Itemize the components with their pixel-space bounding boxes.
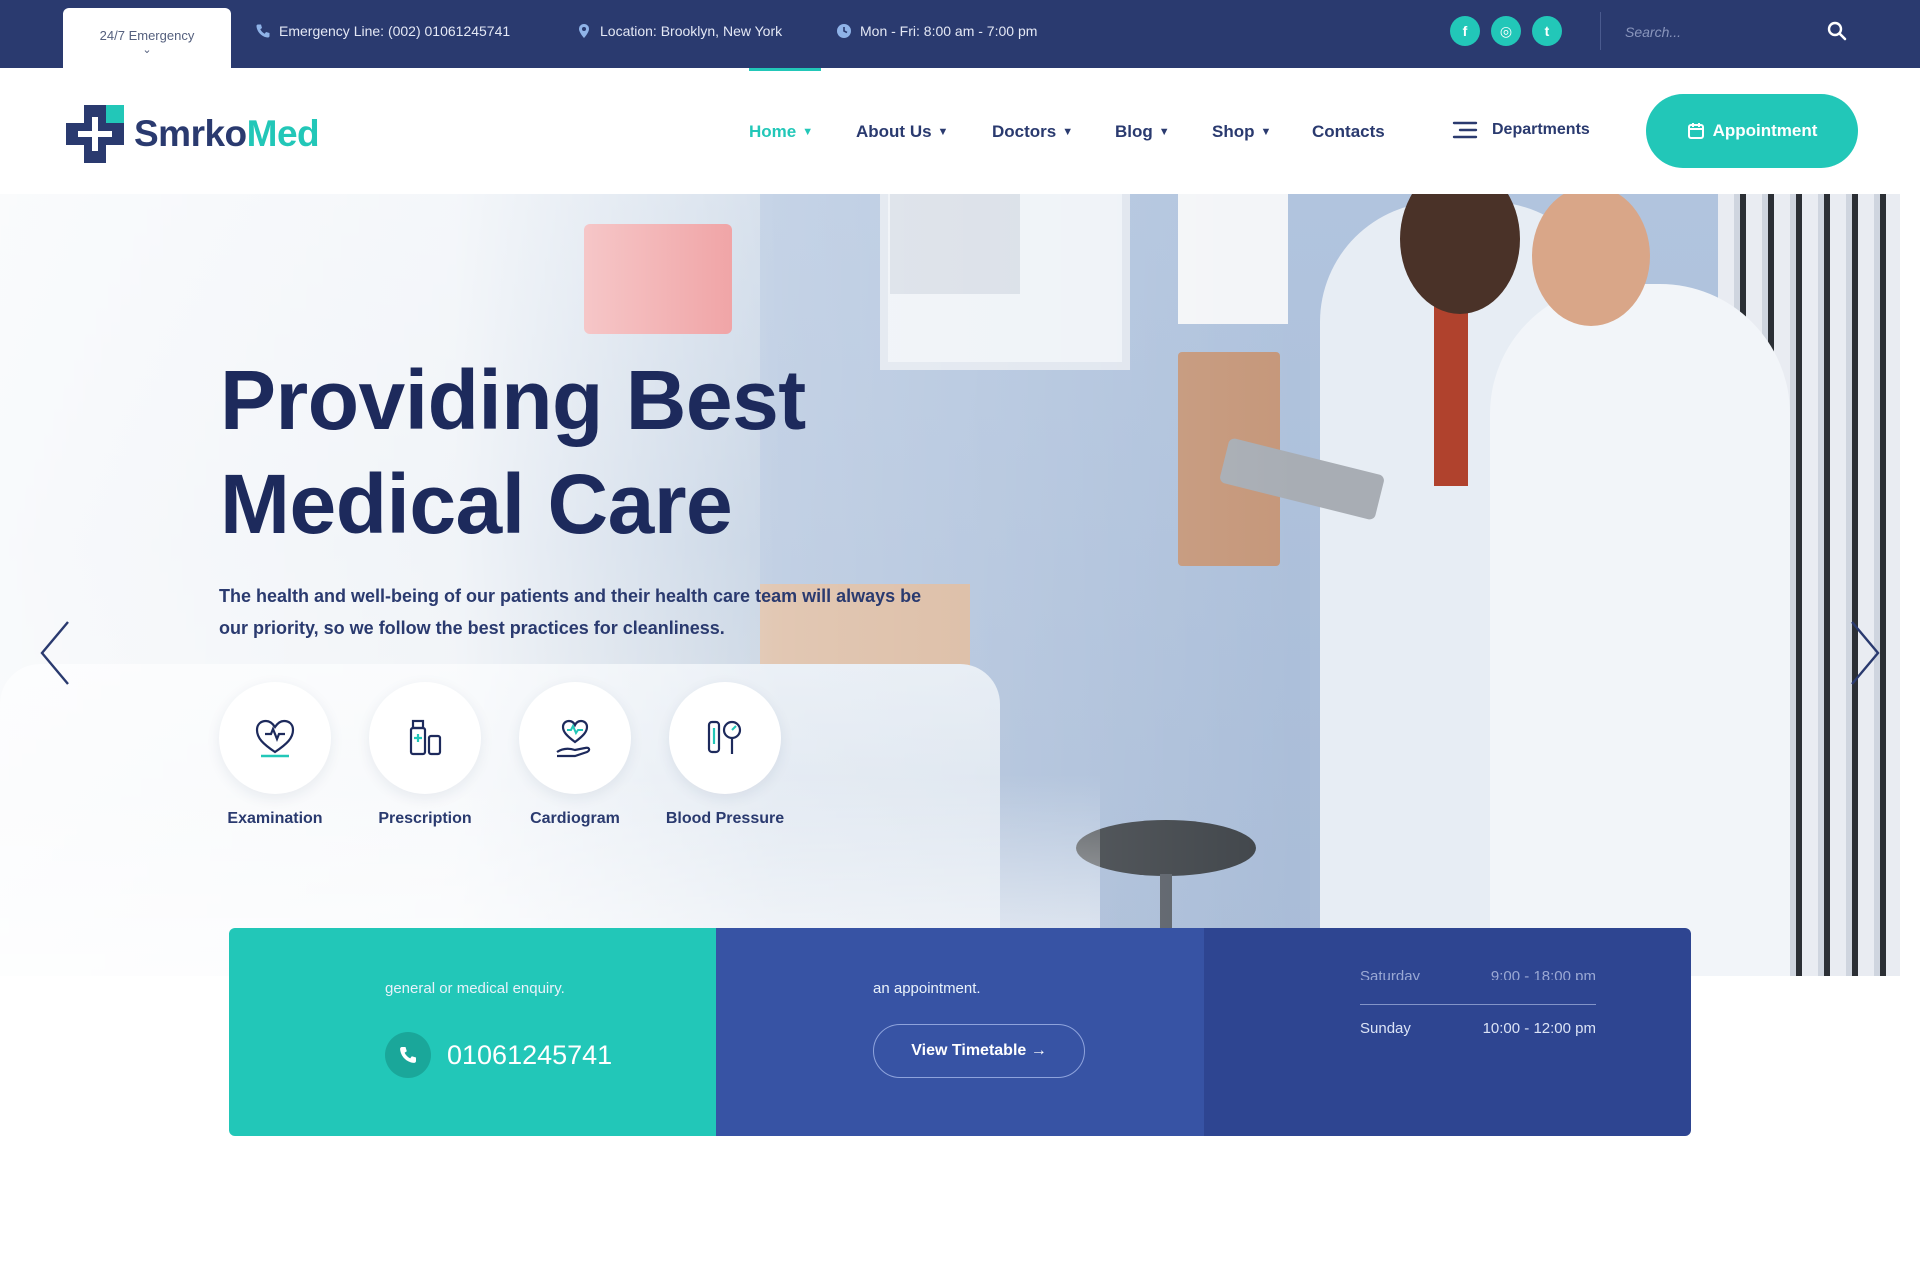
location: Location: Brooklyn, New York — [576, 20, 782, 42]
feature-examination-label: Examination — [227, 810, 323, 827]
phone-number: 01061245741 — [447, 1039, 613, 1070]
chevron-down-icon: ▼ — [1062, 126, 1074, 138]
hero-title: Providing Best Medical Care — [220, 348, 980, 556]
chevron-down-icon: ⌄ — [142, 44, 152, 56]
logo-text-primary: Smrko — [134, 113, 247, 154]
enquiry-panel: general or medical enquiry. 01061245741 — [229, 928, 716, 1136]
examination-icon — [255, 719, 295, 758]
emergency-line-text: Emergency Line: (002) 01061245741 — [279, 23, 511, 39]
feature-cardiogram[interactable]: Cardiogram — [500, 682, 650, 828]
active-nav-indicator — [749, 68, 821, 71]
phone-icon — [400, 1047, 416, 1063]
nav-doctors[interactable]: Doctors ▼ — [992, 120, 1073, 144]
slider-next-arrow-icon[interactable] — [1848, 620, 1882, 686]
nav-shop-label: Shop — [1212, 122, 1255, 141]
feature-blood-pressure[interactable]: Blood Pressure — [650, 682, 800, 828]
hero-title-line-2: Medical Care — [220, 457, 733, 551]
facebook-icon[interactable]: f — [1450, 16, 1480, 46]
feature-prescription[interactable]: Prescription — [350, 682, 500, 828]
view-timetable-button[interactable]: View Timetable → — [873, 1024, 1085, 1078]
hours-row: Sunday 10:00 - 12:00 pm — [1360, 1020, 1596, 1037]
feature-prescription-label: Prescription — [378, 810, 472, 827]
phone-icon — [256, 24, 270, 38]
emergency-tab[interactable]: 24/7 Emergency ⌄ — [63, 8, 231, 68]
nav-about-us-label: About Us — [856, 122, 932, 141]
medical-cross-logo-icon — [66, 105, 124, 163]
chevron-down-icon: ▼ — [1158, 126, 1170, 138]
feature-cardiogram-label: Cardiogram — [530, 810, 620, 827]
nav-blog-label: Blog — [1115, 122, 1153, 141]
main-header: SmrkoMed Home ▼ About Us ▼ Doctors ▼ Blo… — [0, 68, 1920, 194]
appointment-caption: an appointment. — [873, 980, 981, 997]
emergency-tab-label: 24/7 Emergency — [99, 28, 195, 43]
chevron-down-icon: ▼ — [1260, 126, 1272, 138]
hours-time: 10:00 - 12:00 pm — [1482, 1020, 1596, 1037]
departments-label: Departments — [1492, 121, 1590, 138]
logo[interactable]: SmrkoMed — [62, 102, 320, 166]
appointment-label: Appointment — [1712, 121, 1818, 140]
hours-day: Saturday — [1360, 968, 1421, 980]
twitter-icon[interactable]: t — [1532, 16, 1562, 46]
opening-hours: Mon - Fri: 8:00 am - 7:00 pm — [836, 20, 1037, 42]
instagram-icon[interactable]: ◎ — [1491, 16, 1521, 46]
hero-title-line-1: Providing Best — [220, 353, 806, 447]
nav-doctors-label: Doctors — [992, 122, 1057, 141]
nav-shop[interactable]: Shop ▼ — [1212, 120, 1271, 144]
blood-pressure-icon — [707, 720, 742, 754]
hours-day: Sunday — [1360, 1020, 1411, 1037]
chevron-down-icon: ▼ — [937, 126, 949, 138]
opening-hours-text: Mon - Fri: 8:00 am - 7:00 pm — [860, 23, 1038, 39]
divider — [1600, 12, 1601, 50]
divider — [1360, 1004, 1596, 1005]
location-text: Location: Brooklyn, New York — [600, 23, 783, 39]
departments-menu[interactable]: Departments — [1452, 120, 1590, 140]
calendar-icon — [1687, 123, 1704, 139]
appointment-panel: an appointment. View Timetable → — [716, 928, 1204, 1136]
cardiogram-icon — [556, 719, 591, 758]
slider-prev-arrow-icon[interactable] — [38, 620, 72, 686]
opening-hours-panel: Saturday 9:00 - 18:00 pm Sunday 10:00 - … — [1204, 928, 1691, 1136]
nav-about-us[interactable]: About Us ▼ — [856, 120, 948, 144]
search-input[interactable] — [1625, 16, 1825, 48]
hours-row: Saturday 9:00 - 18:00 pm — [1360, 968, 1596, 980]
clock-icon — [837, 24, 851, 38]
logo-text-accent: Med — [246, 113, 320, 154]
feature-blood-pressure-label: Blood Pressure — [665, 810, 785, 827]
prescription-icon — [409, 719, 442, 756]
nav-home-label: Home — [749, 122, 797, 141]
map-pin-icon — [579, 24, 589, 38]
nav-blog[interactable]: Blog ▼ — [1115, 120, 1170, 144]
emergency-line[interactable]: Emergency Line: (002) 01061245741 — [255, 20, 510, 42]
menu-lines-icon — [1452, 121, 1478, 139]
top-bar: 24/7 Emergency ⌄ Emergency Line: (002) 0… — [0, 0, 1920, 68]
chevron-down-icon: ▼ — [802, 126, 814, 138]
phone-number-link[interactable]: 01061245741 — [385, 1032, 612, 1078]
feature-examination[interactable]: Examination — [200, 682, 350, 828]
hero-description: The health and well-being of our patient… — [219, 586, 922, 638]
nav-home[interactable]: Home ▼ — [749, 120, 813, 144]
hours-time: 9:00 - 18:00 pm — [1490, 968, 1596, 980]
search-icon[interactable] — [1826, 20, 1848, 42]
appointment-button[interactable]: Appointment — [1646, 94, 1858, 168]
nav-contacts-label: Contacts — [1312, 122, 1385, 141]
nav-contacts[interactable]: Contacts — [1312, 120, 1385, 144]
enquiry-caption: general or medical enquiry. — [385, 980, 565, 997]
